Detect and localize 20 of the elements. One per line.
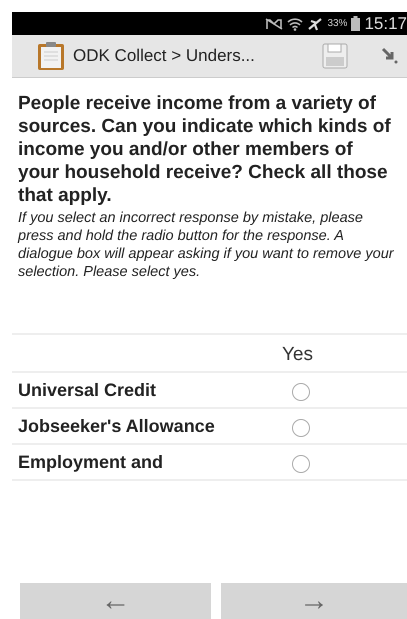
radio-button[interactable] [292,419,310,437]
option-label: Universal Credit [18,379,158,401]
back-button[interactable]: ← [20,583,211,619]
clipboard-icon [37,41,65,71]
airplane-icon [307,16,324,30]
question-text: People receive income from a variety of sources. Can you indicate which kinds of income you and/or other members of your household receive? Check all those that apply. [18,92,392,207]
battery-icon [351,16,360,31]
option-label: Employment and [18,451,164,473]
wifi-icon [287,16,304,30]
toolbar-title: ODK Collect > Unders... [73,45,255,68]
next-button[interactable]: → [221,583,407,619]
save-icon [321,42,349,70]
radio-button[interactable] [292,455,310,473]
radio-button[interactable] [292,383,310,401]
arrow-down-right-icon [381,47,399,65]
option-label: Jobseeker's Allowance [18,415,216,437]
column-header: Yes [282,342,313,366]
clock: 15:17 [364,15,407,32]
hint-text: If you select an incorrect response by mistake, please press and hold the radio button for the response. A dialogue box will appear asking if you want to remove your selection. Please select yes. [18,209,395,281]
battery-percentage: 33% [327,17,348,31]
